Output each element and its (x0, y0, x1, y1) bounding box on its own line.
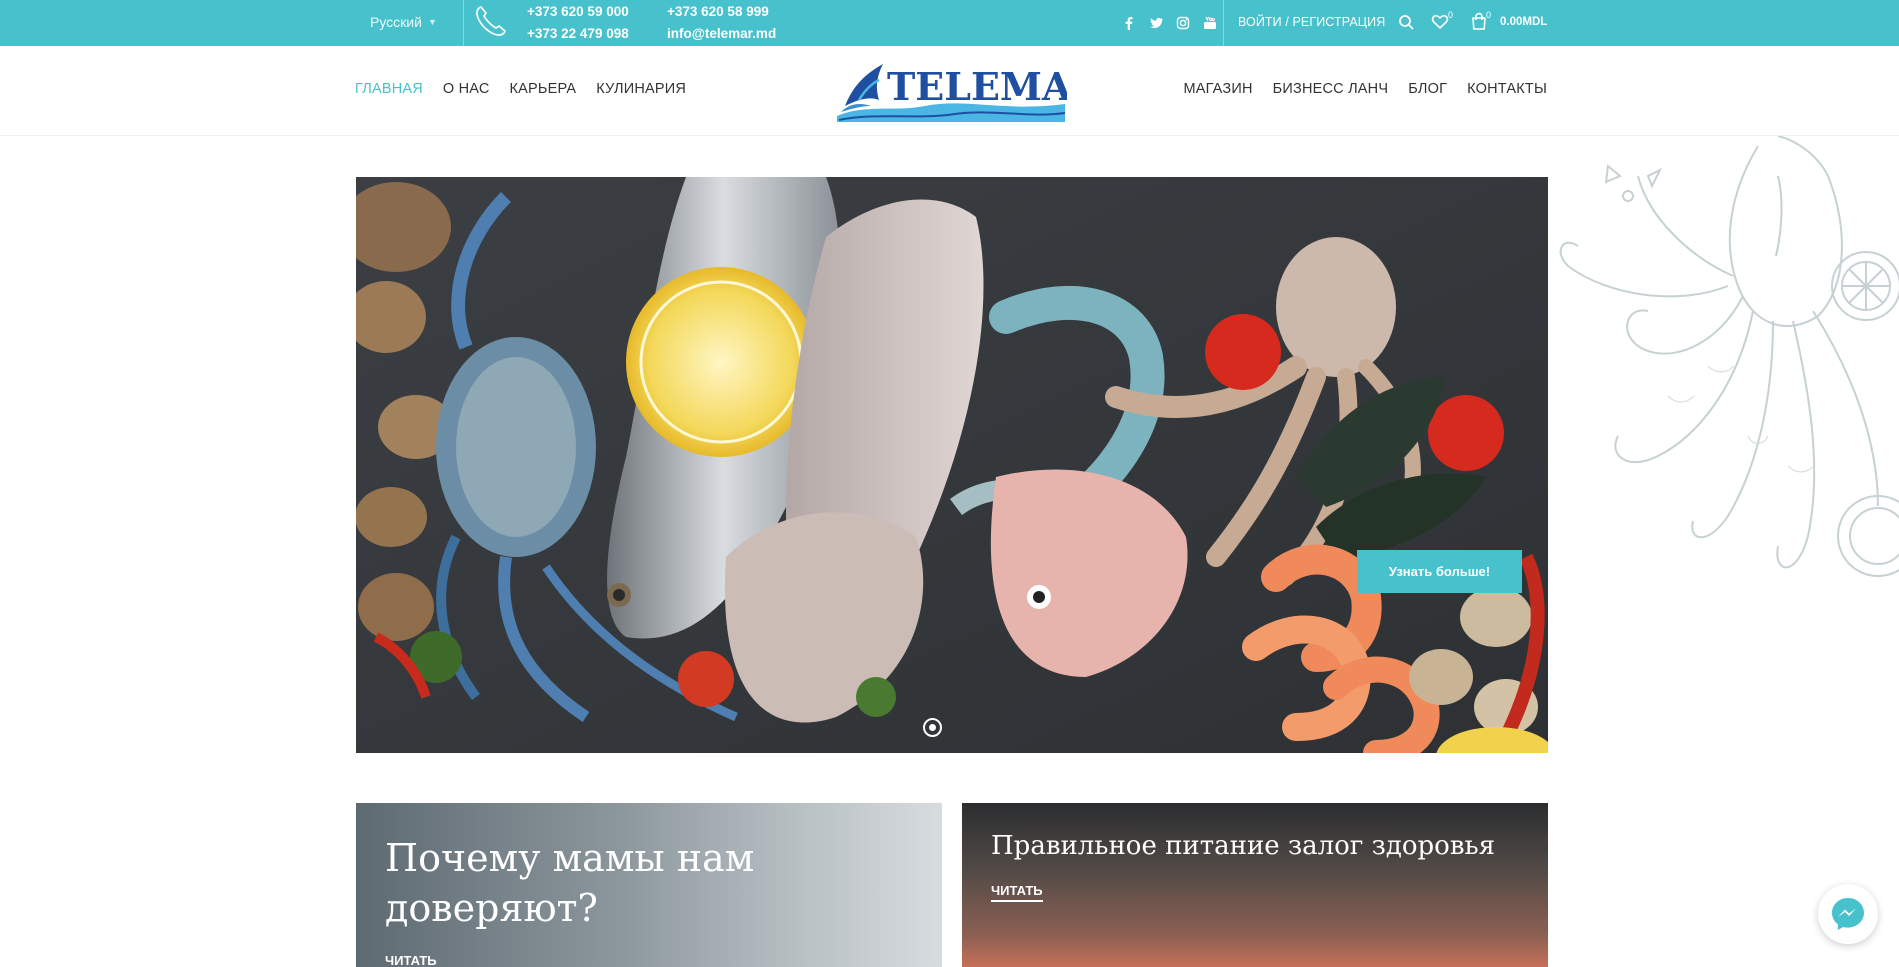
card-title: Почему мамы нам доверяют? (385, 836, 755, 930)
learn-more-button[interactable]: Узнать больше! (1357, 550, 1522, 593)
login-register-link[interactable]: ВОЙТИ / РЕГИСТРАЦИЯ (1238, 15, 1385, 29)
messenger-icon (1832, 898, 1864, 930)
nav-item-home[interactable]: ГЛАВНАЯ (355, 81, 423, 97)
nav-item-contacts[interactable]: КОНТАКТЫ (1467, 81, 1547, 97)
squid-sketch-decoration (1559, 136, 1899, 577)
phone-number[interactable]: +373 620 59 000 (527, 1, 629, 23)
divider (463, 0, 464, 46)
nav-left: ГЛАВНАЯ О НАС КАРЬЕРА КУЛИНАРИЯ (355, 81, 686, 97)
cart-count: 0 (1486, 10, 1492, 20)
language-selector[interactable]: Русский ▼ (370, 14, 437, 30)
nav-item-business-lunch[interactable]: БИЗНЕСС ЛАНЧ (1273, 81, 1389, 97)
heart-icon[interactable] (1431, 13, 1449, 31)
email-link[interactable]: info@telemar.md (667, 23, 776, 45)
card-title: Правильное питание залог здоровья (991, 831, 1496, 861)
search-icon[interactable] (1398, 14, 1415, 31)
social-links (1120, 14, 1218, 31)
messenger-chat-button[interactable] (1818, 884, 1878, 944)
nav-item-about[interactable]: О НАС (443, 81, 490, 97)
read-more-link[interactable]: ЧИТАТЬ (991, 883, 1043, 902)
phone-list-1: +373 620 59 000 +373 22 479 098 (527, 1, 629, 45)
logo-text: TELEMAR (887, 64, 1067, 109)
youtube-icon[interactable] (1201, 14, 1218, 31)
read-more-link[interactable]: ЧИТАТЬ (385, 953, 437, 967)
facebook-icon[interactable] (1120, 14, 1137, 31)
nav-item-culinary[interactable]: КУЛИНАРИЯ (596, 81, 686, 97)
phone-number[interactable]: +373 22 479 098 (527, 23, 629, 45)
slider-dot[interactable] (923, 718, 942, 737)
blog-card[interactable]: Почему мамы нам доверяют? ЧИТАТЬ (356, 803, 942, 967)
nav-right: МАГАЗИН БИЗНЕСС ЛАНЧ БЛОГ КОНТАКТЫ (1183, 81, 1547, 97)
telemar-logo[interactable]: TELEMAR (835, 56, 1067, 124)
phone-icon (476, 6, 506, 36)
language-label: Русский (370, 14, 422, 30)
phone-list-2: +373 620 58 999 info@telemar.md (667, 1, 776, 45)
twitter-icon[interactable] (1147, 14, 1164, 31)
nav-item-shop[interactable]: МАГАЗИН (1183, 81, 1252, 97)
divider (1223, 0, 1224, 46)
cart-total[interactable]: 0.00MDL (1500, 16, 1547, 28)
main-header: ГЛАВНАЯ О НАС КАРЬЕРА КУЛИНАРИЯ TELEMAR … (0, 46, 1899, 136)
phone-number[interactable]: +373 620 58 999 (667, 1, 776, 23)
nav-item-blog[interactable]: БЛОГ (1408, 81, 1447, 97)
hero-slider[interactable]: Узнать больше! (356, 177, 1548, 753)
seafood-hero-image (356, 177, 1548, 753)
wishlist-count: 0 (1448, 10, 1454, 20)
blog-card[interactable]: Правильное питание залог здоровья ЧИТАТЬ (962, 803, 1548, 967)
nav-item-career[interactable]: КАРЬЕРА (510, 81, 577, 97)
instagram-icon[interactable] (1174, 14, 1191, 31)
chevron-down-icon: ▼ (427, 17, 437, 27)
top-bar: Русский ▼ +373 620 59 000 +373 22 479 09… (0, 0, 1899, 46)
